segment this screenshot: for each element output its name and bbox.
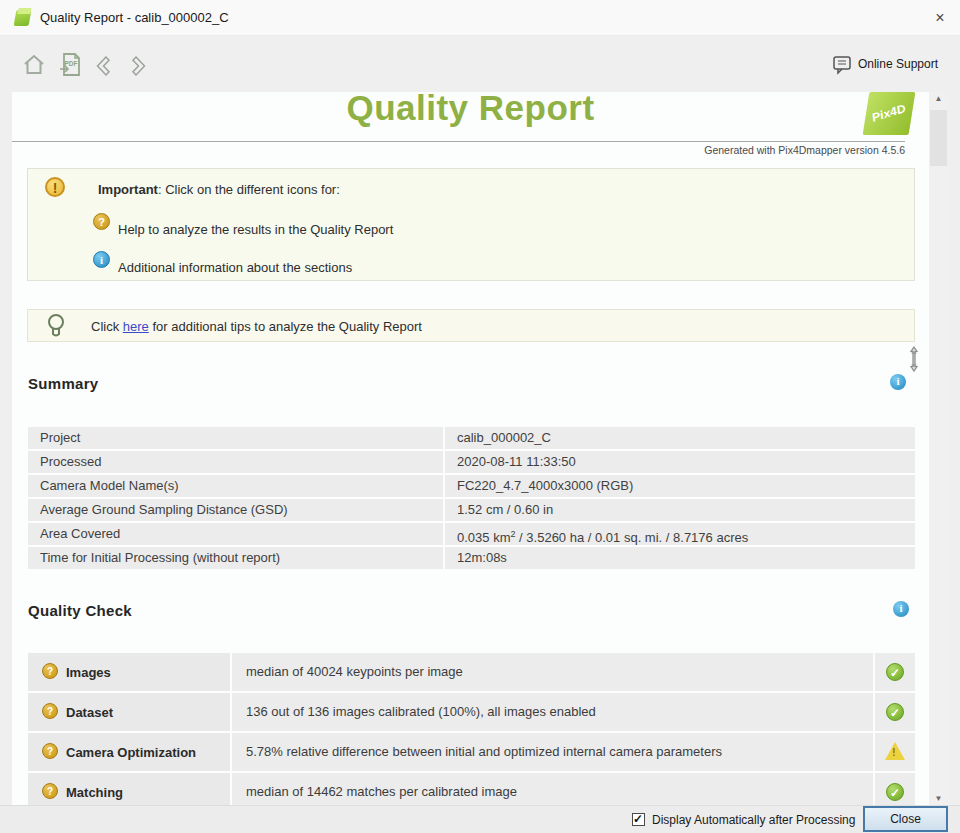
quality-check-info-icon[interactable]: i [893,601,909,617]
close-icon[interactable]: × [926,5,954,31]
scrollbar-up-icon[interactable]: ▲ [929,94,948,103]
report-page: Quality Report Pix4D Generated with Pix4… [12,92,929,805]
help-icon[interactable]: ? [42,743,58,759]
scrollbar-down-icon[interactable]: ▼ [929,794,948,803]
summary-info-icon[interactable]: i [890,374,906,390]
quality-check-heading: Quality Check [28,602,132,619]
tip-text: Click here for additional tips to analyz… [91,319,422,334]
info-icon[interactable]: i [93,251,110,268]
summary-row: Projectcalib_000002_C [28,427,915,449]
report-title: Quality Report [12,92,929,128]
pix4d-logo: Pix4D [863,92,916,135]
summary-row: Processed2020-08-11 11:33:50 [28,451,915,473]
bottom-bar: Display Automatically after Processing C… [0,805,960,833]
quality-row-camera-optimization: ?Camera Optimization 5.78% relative diff… [28,733,915,771]
notice-info-text: Additional information about the section… [118,260,352,275]
summary-row: Average Ground Sampling Distance (GSD)1.… [28,499,915,521]
toolbar: PDF Online Support [0,37,960,90]
display-automatically-label: Display Automatically after Processing [652,813,855,827]
quality-row-images: ?Images median of 40024 keypoints per im… [28,653,915,691]
summary-row: Camera Model Name(s)FC220_4.7_4000x3000 … [28,475,915,497]
status-ok-icon: ✓ [886,783,904,801]
quality-report-window: Quality Report - calib_000002_C × PDF On… [0,0,960,833]
close-button[interactable]: Close [863,806,948,832]
display-automatically-checkbox[interactable] [632,813,645,826]
online-support-button[interactable]: Online Support [858,57,938,71]
home-icon[interactable] [22,53,46,77]
status-ok-icon: ✓ [886,663,904,681]
tip-box: Click here for additional tips to analyz… [27,309,915,342]
notice-title: Important: Click on the different icons … [98,182,340,197]
status-warning-icon [885,742,905,760]
quality-check-table: ?Images median of 40024 keypoints per im… [28,653,915,805]
tip-link[interactable]: here [123,319,149,334]
resize-cursor-icon [908,346,920,372]
back-icon[interactable] [93,54,115,78]
svg-text:PDF: PDF [65,60,78,67]
forward-icon[interactable] [127,54,149,78]
chat-icon [832,55,852,75]
help-icon[interactable]: ? [42,783,58,799]
quality-row-dataset: ?Dataset 136 out of 136 images calibrate… [28,693,915,731]
summary-row: Time for Initial Processing (without rep… [28,547,915,569]
scrollbar-thumb[interactable] [930,110,947,166]
important-notice-box: ! Important: Click on the different icon… [27,168,915,281]
online-support-label: Online Support [858,57,938,71]
generated-version-text: Generated with Pix4Dmapper version 4.5.6 [704,144,905,156]
summary-table: Projectcalib_000002_C Processed2020-08-1… [28,427,915,571]
app-icon [13,8,33,28]
exclamation-icon: ! [45,177,65,197]
scrollbar[interactable]: ▲ ▼ [929,92,948,805]
window-title: Quality Report - calib_000002_C [40,10,229,25]
lightbulb-icon [46,313,66,341]
quality-row-matching: ?Matching median of 14462 matches per ca… [28,773,915,805]
help-icon[interactable]: ? [42,703,58,719]
help-icon[interactable]: ? [42,663,58,679]
status-ok-icon: ✓ [886,703,904,721]
help-icon[interactable]: ? [93,213,110,230]
summary-heading: Summary [28,375,98,392]
notice-help-text: Help to analyze the results in the Quali… [118,222,393,237]
title-bar: Quality Report - calib_000002_C × [0,0,960,36]
title-divider [12,141,905,142]
pdf-export-icon[interactable]: PDF [57,52,83,78]
summary-row: Area Covered0.035 km2 / 3.5260 ha / 0.01… [28,523,915,545]
